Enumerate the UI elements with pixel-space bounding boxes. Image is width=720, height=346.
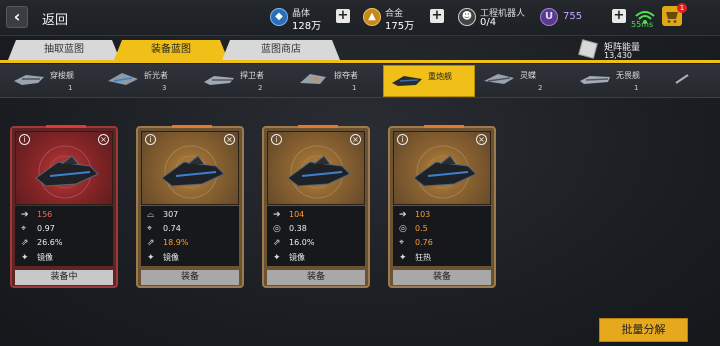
u-coin-icon: U	[540, 8, 558, 26]
card-stat: ⇗ 26.6%	[21, 238, 63, 248]
close-icon[interactable]: ×	[476, 134, 487, 145]
card-stat: ➔ 104	[273, 210, 305, 220]
skill-icon: ✦	[21, 253, 29, 263]
equipped-status-button[interactable]: 装备中	[15, 270, 113, 285]
add-u-currency-button[interactable]: +	[612, 9, 626, 23]
ship-type-plunderer[interactable]: 掠夺者 1	[290, 65, 382, 97]
card-stats: ⌓ 307 ⌖ 0.74 ⇗ 18.9% ✦ 镜像	[141, 206, 239, 266]
arrow-icon: ➔	[399, 210, 407, 220]
ship-type-dreadnought[interactable]: 无畏舰 1	[572, 65, 664, 97]
missile-icon: ⇗	[147, 238, 155, 248]
crystal-icon: ◆	[270, 8, 288, 26]
card-stats: ➔ 156 ⌖ 0.97 ⇗ 26.6% ✦ 镜像	[15, 206, 113, 266]
card-art: i ×	[267, 131, 365, 205]
close-icon[interactable]: ×	[224, 134, 235, 145]
tab-rail	[0, 60, 720, 63]
robot-icon: ☻	[458, 8, 476, 26]
card-stat: ⌓ 307	[147, 210, 179, 220]
ship-type-heavy-gunship[interactable]: 重炮舰	[383, 65, 475, 97]
add-crystal-button[interactable]: +	[336, 9, 350, 23]
ship-type-more[interactable]	[666, 65, 718, 97]
card-stat: ⌖ 0.76	[399, 238, 433, 248]
back-arrow-icon[interactable]: ‹	[6, 6, 28, 28]
card-art: i ×	[15, 131, 113, 205]
ship-icon	[580, 76, 610, 84]
add-alloy-button[interactable]: +	[430, 9, 444, 23]
card-stat: ✦ 狂热	[399, 253, 431, 263]
ship-icon	[675, 74, 689, 84]
ship-icon	[108, 73, 138, 85]
card-stat: ⌖ 0.74	[147, 224, 181, 234]
card-stat: ➔ 156	[21, 210, 53, 220]
ship-type-bar: 穿梭舰 1 折光者 3 捍卫者 2 掠夺者 1 重炮舰 灵蝶 2 无畏舰 1	[0, 64, 720, 98]
tab-draw-blueprint[interactable]: 抽取蓝图	[8, 40, 120, 60]
card-rarity-bar	[172, 125, 212, 128]
alloy-icon: ▲	[363, 8, 381, 26]
card-art: i ×	[393, 131, 491, 205]
ship-type-refractor[interactable]: 折光者 3	[100, 65, 192, 97]
target-icon: ◎	[273, 224, 281, 234]
card-rarity-bar	[424, 125, 464, 128]
card-stat: ◎ 0.5	[399, 224, 428, 234]
equip-button[interactable]: 装备	[141, 270, 239, 285]
skill-icon: ✦	[147, 253, 155, 263]
crosshair-icon: ⌖	[147, 224, 153, 234]
card-stats: ➔ 103 ◎ 0.5 ⌖ 0.76 ✦ 狂热	[393, 206, 491, 266]
info-icon[interactable]: i	[271, 134, 282, 145]
card-stat: ⇗ 16.0%	[273, 238, 315, 248]
ship-icon	[392, 76, 422, 86]
card-stat: ➔ 103	[399, 210, 431, 220]
cart-badge: 1	[677, 3, 687, 13]
blueprint-card[interactable]: i × ➔ 156 ⌖ 0.97 ⇗ 26.6% ✦ 镜像 装备中	[10, 125, 118, 288]
info-icon[interactable]: i	[145, 134, 156, 145]
ship-icon	[300, 74, 326, 84]
ship-icon	[204, 76, 234, 85]
crosshair-icon: ⌖	[21, 224, 27, 234]
skill-icon: ✦	[399, 253, 407, 263]
bulk-dismantle-button[interactable]: 批量分解	[599, 318, 688, 342]
equip-button[interactable]: 装备	[393, 270, 491, 285]
missile-icon: ⇗	[273, 238, 281, 248]
ship-icon	[14, 75, 44, 85]
ship-type-shuttle[interactable]: 穿梭舰 1	[6, 65, 98, 97]
shield-icon: ⌓	[147, 210, 155, 220]
blueprint-card[interactable]: i × ⌓ 307 ⌖ 0.74 ⇗ 18.9% ✦ 镜像 装备	[136, 125, 244, 288]
ship-icon	[484, 74, 514, 84]
u-currency-value: 755	[563, 11, 583, 22]
ping-value: 55ms	[631, 20, 654, 29]
card-stat: ◎ 0.38	[273, 224, 307, 234]
ship-type-spirit-butterfly[interactable]: 灵蝶 2	[476, 65, 568, 97]
card-stat: ⇗ 18.9%	[147, 238, 189, 248]
missile-icon: ⇗	[21, 238, 29, 248]
card-stat: ⌖ 0.97	[21, 224, 55, 234]
close-icon[interactable]: ×	[98, 134, 109, 145]
ship-type-defender[interactable]: 捍卫者 2	[196, 65, 288, 97]
card-stats: ➔ 104 ◎ 0.38 ⇗ 16.0% ✦ 镜像	[267, 206, 365, 266]
info-icon[interactable]: i	[397, 134, 408, 145]
card-stat: ✦ 镜像	[273, 253, 305, 263]
blueprint-card[interactable]: i × ➔ 104 ◎ 0.38 ⇗ 16.0% ✦ 镜像 装备	[262, 125, 370, 288]
arrow-icon: ➔	[21, 210, 29, 220]
card-stat: ✦ 镜像	[21, 253, 53, 263]
card-rarity-bar	[46, 125, 86, 128]
target-icon: ◎	[399, 224, 407, 234]
matrix-energy-value: 13,430	[604, 51, 632, 60]
card-rarity-bar	[298, 125, 338, 128]
top-bar: ‹ 返回 ◆ 晶体 128万 + ▲ 合金 175万 + ☻ 工程机器人 0/4…	[0, 0, 720, 36]
skill-icon: ✦	[273, 253, 281, 263]
card-stat: ✦ 镜像	[147, 253, 179, 263]
card-art: i ×	[141, 131, 239, 205]
tab-blueprint-shop[interactable]: 蓝图商店	[222, 40, 340, 60]
close-icon[interactable]: ×	[350, 134, 361, 145]
equip-button[interactable]: 装备	[267, 270, 365, 285]
info-icon[interactable]: i	[19, 134, 30, 145]
arrow-icon: ➔	[273, 210, 281, 220]
back-label[interactable]: 返回	[42, 9, 68, 28]
crosshair-icon: ⌖	[399, 238, 405, 248]
blueprint-card[interactable]: i × ➔ 103 ◎ 0.5 ⌖ 0.76 ✦ 狂热 装备	[388, 125, 496, 288]
tab-equip-blueprint[interactable]: 装备蓝图	[114, 40, 228, 60]
